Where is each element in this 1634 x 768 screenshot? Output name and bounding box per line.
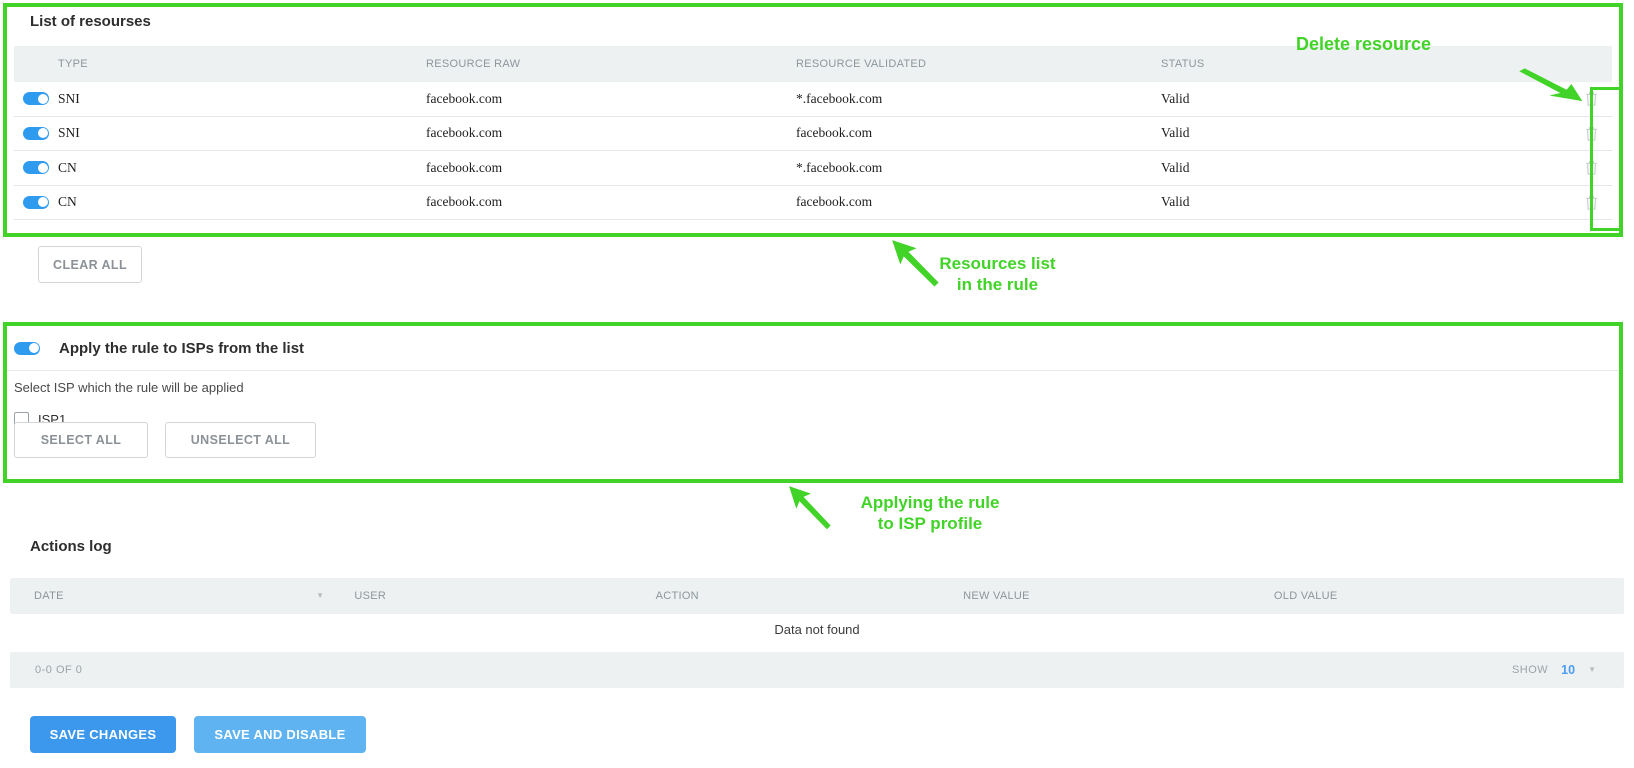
page-size-select[interactable]: 10 [1561,663,1575,677]
column-header-new-value: NEW VALUE [951,590,1262,602]
toggle-knob [38,197,48,207]
resource-validated-value: *.facebook.com [796,91,1161,107]
pagination-range: 0-0 OF 0 [35,664,82,676]
column-header-resource-validated: RESOURCE VALIDATED [796,58,1161,70]
clear-all-button[interactable]: CLEAR ALL [38,246,142,283]
resource-raw-value: facebook.com [426,125,796,141]
column-header-old-value: OLD VALUE [1262,590,1624,602]
annotation-resources-list: Resources list in the rule [915,253,1080,295]
annotation-applying-rule: Applying the rule to ISP profile [846,492,1014,534]
pagination-bar: 0-0 OF 0 SHOW 10 ▼ [10,652,1624,688]
resource-enabled-toggle-icon[interactable] [23,196,49,209]
resource-validated-value: facebook.com [796,194,1161,210]
save-changes-button[interactable]: SAVE CHANGES [30,716,176,753]
apply-to-isp-header: Apply the rule to ISPs from the list [7,326,1619,371]
resource-validated-value: *.facebook.com [796,160,1161,176]
toggle-knob [38,94,48,104]
table-row: SNI facebook.com *.facebook.com Valid [14,82,1612,117]
annotation-arrow-icon [1505,61,1584,102]
actions-log-table-header: DATE ▼ USER ACTION NEW VALUE OLD VALUE [10,578,1624,614]
unselect-all-button[interactable]: UNSELECT ALL [165,422,316,458]
resource-raw-value: facebook.com [426,91,796,107]
resource-enabled-toggle-icon[interactable] [23,127,49,140]
column-header-type: TYPE [58,58,426,70]
resource-type-value: CN [58,160,426,176]
apply-to-isp-heading: Apply the rule to ISPs from the list [59,340,304,357]
resources-section-title: List of resourses [30,13,151,30]
column-header-date: DATE [34,590,64,602]
delete-column-highlight-box [1590,87,1623,231]
resource-enabled-toggle-icon[interactable] [23,161,49,174]
resource-validated-value: facebook.com [796,125,1161,141]
resource-enabled-toggle-icon[interactable] [23,92,49,105]
resource-raw-value: facebook.com [426,160,796,176]
rule-settings-page: List of resourses TYPE RESOURCE RAW RESO… [0,0,1634,768]
annotation-arrow-icon [788,485,840,539]
select-all-button[interactable]: SELECT ALL [14,422,148,458]
resource-status-value: Valid [1161,194,1570,210]
toggle-knob [38,128,48,138]
resources-table-body: SNI facebook.com *.facebook.com Valid SN… [14,82,1612,220]
save-and-disable-button[interactable]: SAVE AND DISABLE [194,716,366,753]
actions-log-title: Actions log [30,538,112,555]
annotation-delete-resource: Delete resource [1296,34,1431,55]
table-row: CN facebook.com *.facebook.com Valid [14,151,1612,186]
resource-type-value: SNI [58,125,426,141]
column-header-action: ACTION [644,590,952,602]
resource-status-value: Valid [1161,160,1570,176]
select-isp-hint: Select ISP which the rule will be applie… [14,380,244,395]
apply-to-isp-section: Apply the rule to ISPs from the list Sel… [3,322,1623,483]
sort-caret-down-icon[interactable]: ▼ [316,592,324,600]
toggle-knob [38,163,48,173]
apply-rule-toggle-icon[interactable] [14,342,40,355]
table-row: CN facebook.com facebook.com Valid [14,186,1612,221]
show-label: SHOW [1512,664,1548,676]
toggle-knob [29,343,39,353]
column-header-resource-raw: RESOURCE RAW [426,58,796,70]
page-size-caret-down-icon[interactable]: ▼ [1588,666,1596,674]
table-row: SNI facebook.com facebook.com Valid [14,117,1612,152]
empty-state-text: Data not found [0,622,1634,637]
resource-type-value: SNI [58,91,426,107]
resource-raw-value: facebook.com [426,194,796,210]
resource-status-value: Valid [1161,125,1570,141]
resource-type-value: CN [58,194,426,210]
column-header-user: USER [342,590,643,602]
